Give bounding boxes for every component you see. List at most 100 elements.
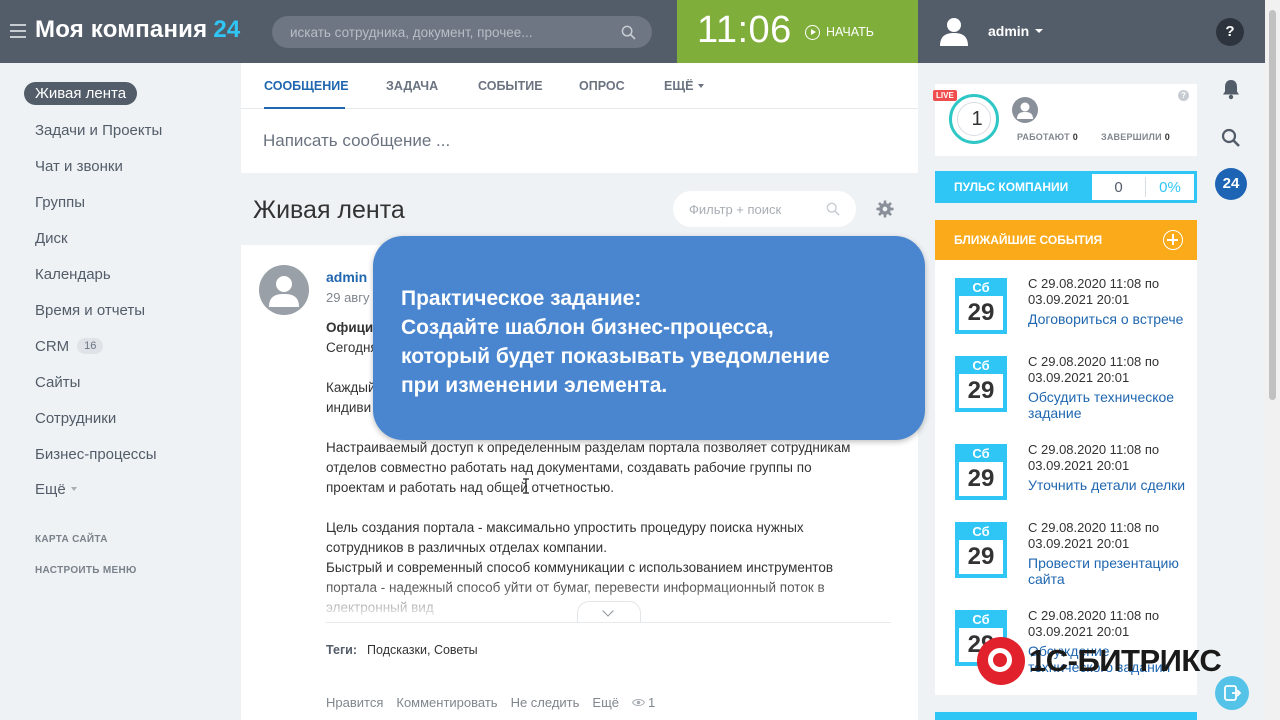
post-author-link[interactable]: admin — [326, 269, 367, 285]
post-more-button[interactable]: Ещё — [592, 695, 619, 710]
menu-item-tasks[interactable]: Задачи и Проекты — [35, 122, 162, 139]
bottom-widget-strip — [935, 712, 1197, 720]
menu-item-live-feed[interactable]: Живая лента — [24, 82, 138, 105]
user-avatar-icon — [1017, 102, 1033, 119]
event-link[interactable]: Провести презентацию сайта — [1028, 555, 1193, 587]
list-item: Сб 29 С 29.08.2020 11:08 по 03.09.2021 20… — [935, 504, 1197, 587]
page-title: Живая лента — [253, 196, 405, 224]
tab-event[interactable]: СОБЫТИЕ — [478, 79, 543, 93]
crm-counter-badge: 16 — [77, 338, 104, 354]
pulse-count: 1 — [971, 108, 983, 130]
left-menu: Живая лента Задачи и Проекты Чат и звонк… — [0, 63, 240, 720]
like-button[interactable]: Нравится — [326, 695, 383, 710]
company-pulse-values: 0 0% — [1092, 174, 1194, 200]
avatar[interactable] — [259, 265, 309, 315]
menu-burger-icon[interactable] — [10, 24, 26, 38]
list-item: Сб 29 С 29.08.2020 11:08 по 03.09.2021 20… — [935, 260, 1197, 340]
comment-button[interactable]: Комментировать — [396, 695, 497, 710]
menu-item-disk[interactable]: Диск — [35, 230, 68, 247]
avatar[interactable] — [1012, 97, 1038, 123]
unfollow-button[interactable]: Не следить — [511, 695, 580, 710]
post-actions: Нравится Комментировать Не следить Ещё 1 — [326, 695, 681, 710]
menu-item-time-reports[interactable]: Время и отчеты — [35, 302, 145, 319]
bitrix24-badge[interactable]: 24 — [1215, 168, 1247, 200]
post-form: СООБЩЕНИЕ ЗАДАЧА СОБЫТИЕ ОПРОС ЕЩЁ — [241, 63, 918, 173]
start-workday-button[interactable]: НАЧАТЬ — [805, 22, 874, 42]
tab-message[interactable]: СООБЩЕНИЕ — [264, 79, 349, 93]
search-icon[interactable] — [1218, 125, 1244, 151]
menu-item-label: CRM — [35, 338, 70, 355]
tag-link[interactable]: Советы — [434, 643, 478, 657]
menu-item-label: Ещё — [35, 481, 66, 498]
search-icon[interactable] — [621, 25, 636, 40]
working-label: РАБОТАЮТ — [1017, 132, 1070, 142]
chevron-down-icon — [1035, 29, 1044, 33]
post-tags: Теги: Подсказки, Советы — [326, 643, 478, 657]
tab-more[interactable]: ЕЩЁ — [664, 79, 705, 93]
menu-item-more[interactable]: Ещё — [35, 481, 77, 498]
scrollbar-thumb[interactable] — [1269, 10, 1276, 400]
company-pulse-label: ПУЛЬС КОМПАНИИ — [954, 180, 1069, 194]
company-pulse-bar[interactable]: ПУЛЬС КОМПАНИИ 0 0% — [935, 171, 1197, 203]
menu-item-crm[interactable]: CRM 16 — [35, 338, 104, 355]
event-day: 29 — [959, 374, 1003, 408]
event-dow: Сб — [972, 524, 990, 539]
menu-item-calendar[interactable]: Календарь — [35, 266, 111, 283]
event-link[interactable]: Уточнить детали сделки — [1028, 477, 1193, 493]
message-input[interactable] — [263, 129, 863, 153]
post-divider — [326, 622, 891, 623]
text-cursor-icon — [523, 478, 529, 494]
event-link[interactable]: Обсудить техническое задание — [1028, 389, 1193, 421]
post-paragraph: Настраиваемый доступ к определенным разд… — [326, 440, 851, 495]
working-stat: РАБОТАЮТ 0 — [1017, 132, 1078, 142]
tab-more-label: ЕЩЁ — [664, 79, 694, 93]
gear-icon[interactable] — [876, 200, 894, 218]
event-dow: Сб — [972, 446, 990, 461]
working-value: 0 — [1072, 132, 1078, 142]
finished-stat: ЗАВЕРШИЛИ 0 — [1101, 132, 1170, 142]
company-pulse-percent: 0% — [1159, 179, 1181, 196]
chevron-down-icon — [698, 84, 705, 88]
event-dow: Сб — [972, 612, 990, 627]
expand-post-button[interactable] — [577, 601, 641, 623]
pulse-widget[interactable]: LIVE 1 РАБОТАЮТ 0 ЗАВЕРШИЛИ 0 ? — [933, 84, 1197, 156]
info-icon[interactable]: ? — [1178, 90, 1189, 101]
bell-icon[interactable] — [1218, 76, 1244, 102]
top-header: Моя компания24 11:06 НАЧАТЬ admin ? — [0, 0, 1280, 63]
calendar-icon: Сб 29 — [955, 522, 1007, 578]
tag-link[interactable]: Подсказки — [367, 643, 427, 657]
chevron-down-icon — [602, 605, 614, 617]
configure-menu-link[interactable]: НАСТРОИТЬ МЕНЮ — [35, 565, 137, 576]
menu-item-sites[interactable]: Сайты — [35, 374, 80, 391]
search-icon[interactable] — [826, 202, 840, 216]
company-logo[interactable]: Моя компания 24 — [35, 16, 240, 44]
event-date-range: С 29.08.2020 11:08 по 03.09.2021 20:01 — [1028, 276, 1160, 307]
tab-task[interactable]: ЗАДАЧА — [386, 79, 438, 93]
watermark-text: 1С-БИТРИКС — [1029, 643, 1222, 678]
event-dow: Сб — [972, 280, 990, 295]
finished-value: 0 — [1164, 132, 1170, 142]
menu-item-employees[interactable]: Сотрудники — [35, 410, 116, 427]
sitemap-link[interactable]: КАРТА САЙТА — [35, 534, 108, 545]
bitrix-watermark: 1С-БИТРИКС — [977, 637, 1222, 685]
tab-poll[interactable]: ОПРОС — [579, 79, 625, 93]
chevron-down-icon — [70, 487, 77, 491]
add-event-icon[interactable] — [1163, 230, 1183, 250]
company-pulse-value: 0 — [1114, 179, 1123, 196]
event-link[interactable]: Договориться о встрече — [1028, 311, 1193, 327]
callout-text: Практическое задание: Создайте шаблон би… — [401, 287, 830, 397]
bitrix-logo-icon — [977, 637, 1025, 685]
menu-item-groups[interactable]: Группы — [35, 194, 85, 211]
user-menu[interactable]: admin — [940, 14, 1044, 48]
page-scrollbar[interactable] — [1265, 0, 1280, 720]
menu-item-chat[interactable]: Чат и звонки — [35, 158, 123, 175]
events-header: БЛИЖАЙШИЕ СОБЫТИЯ — [935, 220, 1197, 260]
menu-item-business-processes[interactable]: Бизнес-процессы — [35, 446, 157, 463]
workday-widget: 11:06 НАЧАТЬ — [677, 0, 918, 63]
feed-filter-input[interactable] — [689, 191, 819, 227]
global-search-input[interactable] — [290, 16, 610, 48]
eye-icon — [632, 699, 646, 706]
help-button[interactable]: ? — [1216, 18, 1244, 46]
start-label: НАЧАТЬ — [826, 25, 874, 39]
calendar-icon: Сб 29 — [955, 278, 1007, 334]
